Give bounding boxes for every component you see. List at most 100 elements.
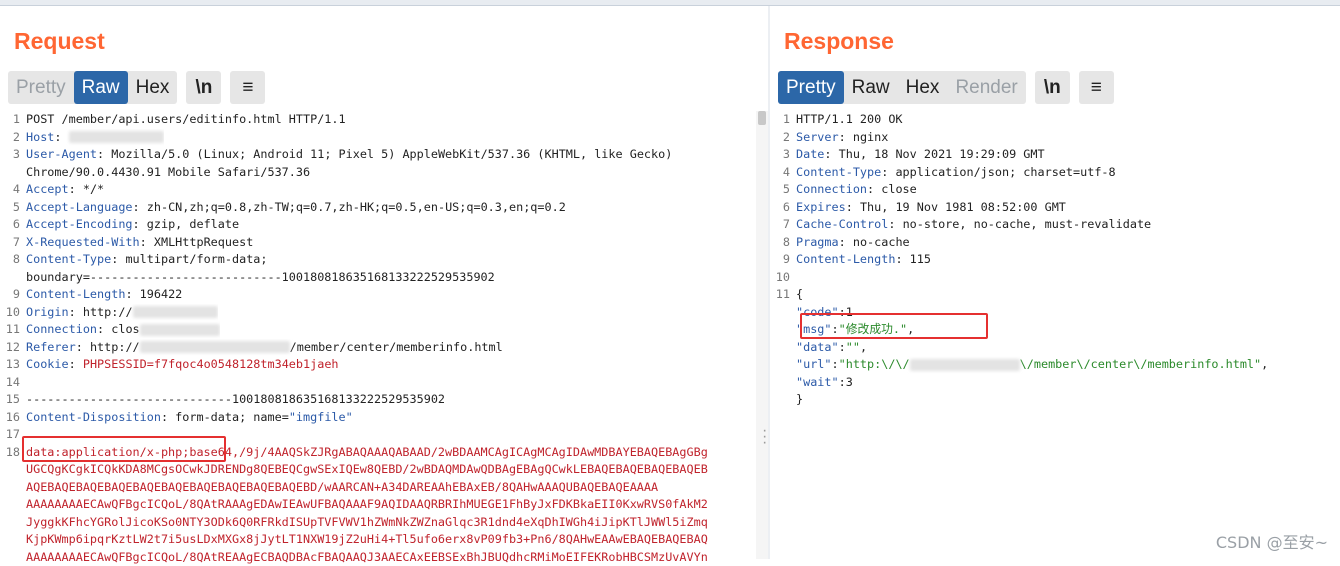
line-content: Accept-Encoding: gzip, deflate bbox=[26, 216, 239, 234]
json-value-rest: \/member\/center\/memberinfo.html" bbox=[1020, 357, 1261, 371]
scrollbar-thumb[interactable] bbox=[758, 111, 766, 125]
body-text: data:application/x-php;base64,/9j/4AAQSk… bbox=[26, 445, 708, 459]
line-number bbox=[0, 531, 26, 549]
code-line: 3Date: Thu, 18 Nov 2021 19:29:09 GMT bbox=[770, 146, 1340, 164]
tab-pretty[interactable]: Pretty bbox=[778, 71, 844, 104]
line-number: 13 bbox=[0, 356, 26, 374]
colon: : bbox=[69, 305, 83, 319]
line-number bbox=[770, 356, 796, 374]
header-name: Pragma bbox=[796, 235, 839, 249]
code-line: AAAAAAAAECAwQFBgcICQoL/8QAtRAAAgEDAwIEAw… bbox=[0, 496, 768, 514]
line-content: Cache-Control: no-store, no-cache, must-… bbox=[796, 216, 1151, 234]
redacted-text bbox=[140, 324, 220, 336]
request-editor[interactable]: 1POST /member/api.users/editinfo.html HT… bbox=[0, 111, 768, 559]
code-line: "data":"", bbox=[770, 339, 1340, 357]
code-line: 4Accept: */* bbox=[0, 181, 768, 199]
code-line: 13Cookie: PHPSESSID=f7fqoc4o0548128tm34e… bbox=[0, 356, 768, 374]
header-name: Server bbox=[796, 130, 839, 144]
line-number: 9 bbox=[0, 286, 26, 304]
colon: : bbox=[54, 130, 68, 144]
code-line: 5Connection: close bbox=[770, 181, 1340, 199]
header-value: close bbox=[881, 182, 917, 196]
header-name: Content-Type bbox=[796, 165, 881, 179]
code-line: 18data:application/x-php;base64,/9j/4AAQ… bbox=[0, 444, 768, 462]
body-text: AAAAAAAAECAwQFBgcICQoL/8QAtREAAgECBAQDBA… bbox=[26, 550, 708, 564]
line-number bbox=[0, 461, 26, 479]
colon: : bbox=[832, 357, 839, 371]
tab-hex[interactable]: Hex bbox=[898, 71, 948, 104]
menu-icon[interactable]: ≡ bbox=[230, 71, 265, 104]
tab-hex[interactable]: Hex bbox=[128, 71, 178, 104]
colon: : bbox=[881, 165, 895, 179]
request-view-tabs: PrettyRawHex bbox=[8, 71, 177, 104]
header-name: Content-Length bbox=[796, 252, 895, 266]
line-number: 5 bbox=[770, 181, 796, 199]
line-number bbox=[770, 374, 796, 392]
line-number: 3 bbox=[0, 146, 26, 164]
line-number: 10 bbox=[0, 304, 26, 322]
colon: : bbox=[839, 375, 846, 389]
line-content: User-Agent: Mozilla/5.0 (Linux; Android … bbox=[26, 146, 672, 164]
line-content: HTTP/1.1 200 OK bbox=[796, 111, 903, 129]
newline-toggle-button[interactable]: \n bbox=[1035, 71, 1070, 104]
header-name: Connection bbox=[26, 322, 97, 336]
line-content: POST /member/api.users/editinfo.html HTT… bbox=[26, 111, 346, 129]
header-name: Host bbox=[26, 130, 54, 144]
line-content: AAAAAAAAECAwQFBgcICQoL/8QAtRAAAgEDAwIEAw… bbox=[26, 496, 708, 514]
code-line: 11{ bbox=[770, 286, 1340, 304]
tab-raw[interactable]: Raw bbox=[74, 71, 128, 104]
tab-render[interactable]: Render bbox=[947, 71, 1025, 104]
header-name: Accept-Language bbox=[26, 200, 133, 214]
code-line: 10Origin: http:// bbox=[0, 304, 768, 322]
line-content: Pragma: no-cache bbox=[796, 234, 910, 252]
line-number: 7 bbox=[770, 216, 796, 234]
header-name: Referer bbox=[26, 340, 76, 354]
line-number: 3 bbox=[770, 146, 796, 164]
json-key: "wait" bbox=[796, 375, 839, 389]
newline-toggle-button[interactable]: \n bbox=[186, 71, 221, 104]
comma: , bbox=[860, 340, 867, 354]
line-number: 12 bbox=[0, 339, 26, 357]
line-content: Referer: http:///member/center/memberinf… bbox=[26, 339, 503, 357]
line-number bbox=[770, 321, 796, 339]
json-key: "code" bbox=[796, 305, 839, 319]
code-line: } bbox=[770, 391, 1340, 409]
plain-text: POST /member/api.users/editinfo.html HTT… bbox=[26, 112, 346, 126]
code-line: "code":1 bbox=[770, 304, 1340, 322]
colon: : bbox=[76, 340, 90, 354]
line-content: Content-Length: 115 bbox=[796, 251, 931, 269]
line-content: AQEBAQEBAQEBAQEBAQEBAQEBAQEBAQEBAQEBAQEB… bbox=[26, 479, 658, 497]
line-content: Chrome/90.0.4430.91 Mobile Safari/537.36 bbox=[26, 164, 310, 182]
code-line: 1POST /member/api.users/editinfo.html HT… bbox=[0, 111, 768, 129]
header-name: Accept bbox=[26, 182, 69, 196]
tab-pretty[interactable]: Pretty bbox=[8, 71, 74, 104]
line-number: 8 bbox=[770, 234, 796, 252]
line-number: 1 bbox=[0, 111, 26, 129]
line-content: { bbox=[796, 286, 803, 304]
menu-icon[interactable]: ≡ bbox=[1079, 71, 1114, 104]
line-content: -----------------------------10018081863… bbox=[26, 391, 445, 409]
plain-text: HTTP/1.1 200 OK bbox=[796, 112, 903, 126]
code-line: 9Content-Length: 196422 bbox=[0, 286, 768, 304]
tab-raw[interactable]: Raw bbox=[844, 71, 898, 104]
line-number: 1 bbox=[770, 111, 796, 129]
body-text: KjpKWmp6ipqrKztLW2t7i5usLDxMXGx8jJytLT1N… bbox=[26, 532, 708, 546]
line-content: KjpKWmp6ipqrKztLW2t7i5usLDxMXGx8jJytLT1N… bbox=[26, 531, 708, 549]
response-editor[interactable]: 1HTTP/1.1 200 OK 2Server: nginx3Date: Thu… bbox=[770, 111, 1340, 559]
header-name: Expires bbox=[796, 200, 846, 214]
header-value: PHPSESSID=f7fqoc4o0548128tm34eb1jaeh bbox=[83, 357, 339, 371]
code-line: boundary=---------------------------1001… bbox=[0, 269, 768, 287]
code-line: 2Server: nginx bbox=[770, 129, 1340, 147]
plain-text: { bbox=[796, 287, 803, 301]
line-number bbox=[0, 164, 26, 182]
line-content: } bbox=[796, 391, 803, 409]
header-name: Date bbox=[796, 147, 824, 161]
code-line: Chrome/90.0.4430.91 Mobile Safari/537.36 bbox=[0, 164, 768, 182]
request-scrollbar[interactable] bbox=[756, 111, 768, 559]
header-name: X-Requested-With bbox=[26, 235, 140, 249]
drag-handle-icon[interactable]: ··· bbox=[762, 428, 767, 446]
plain-text: } bbox=[796, 392, 803, 406]
line-content: Host: bbox=[26, 129, 164, 147]
header-name: Origin bbox=[26, 305, 69, 319]
code-line: "msg":"修改成功.", bbox=[770, 321, 1340, 339]
